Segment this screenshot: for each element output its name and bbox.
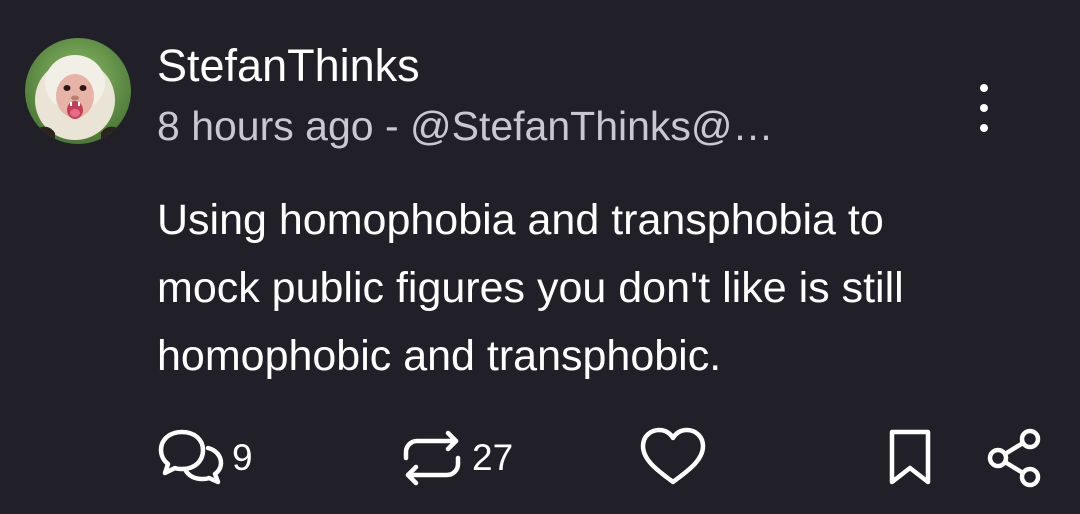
more-vertical-icon <box>980 84 988 92</box>
author-display-name[interactable]: StefanThinks <box>157 40 420 92</box>
more-options-button[interactable] <box>966 80 1002 136</box>
post-card: StefanThinks 8 hours ago - @StefanThinks… <box>0 0 1080 514</box>
post-meta[interactable]: 8 hours ago - @StefanThinks@… <box>157 101 774 151</box>
avatar[interactable] <box>25 38 131 144</box>
post-content-line: homophobic and transphobic. <box>157 332 722 380</box>
share-icon <box>987 428 1041 488</box>
bookmark-button[interactable] <box>884 426 936 490</box>
bookmark-icon <box>889 429 931 485</box>
post-content: Using homophobia and transphobia to mock… <box>157 186 1067 390</box>
boost-button[interactable]: 27 <box>398 426 513 490</box>
post-content-line: mock public figures you don't like is st… <box>157 264 904 312</box>
more-vertical-icon-dot <box>980 104 988 112</box>
boost-count: 27 <box>472 437 514 478</box>
favourite-button[interactable] <box>638 426 708 490</box>
boost-icon <box>403 430 461 486</box>
post-content-line: Using homophobia and transphobia to <box>157 196 884 244</box>
comment-icon <box>158 429 224 485</box>
comment-count: 9 <box>232 437 253 478</box>
share-button[interactable] <box>984 426 1048 490</box>
comment-button[interactable]: 9 <box>156 426 253 490</box>
more-vertical-icon-dot <box>980 124 988 132</box>
heart-icon <box>640 427 706 485</box>
